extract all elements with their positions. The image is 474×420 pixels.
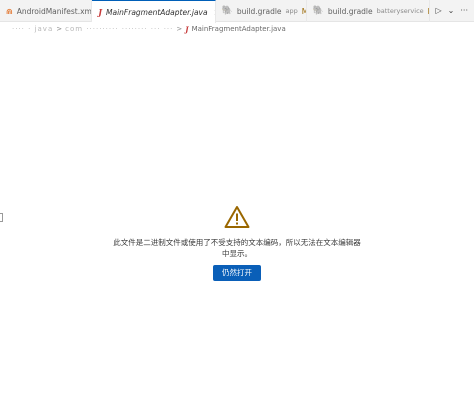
xml-file-icon: ⋒ <box>6 6 13 16</box>
breadcrumb-segment[interactable]: com ·········· ········ ··· ··· <box>65 25 173 33</box>
breadcrumb-segment[interactable]: ···· · java <box>12 25 53 33</box>
tab-main-fragment-adapter[interactable]: J MainFragmentAdapter.java × <box>92 0 216 23</box>
tab-label: AndroidManifest.xml <box>16 6 93 16</box>
tab-build-gradle-app[interactable]: 🐘 build.gradle app M <box>216 0 307 22</box>
binary-file-notice: 此文件是二进制文件或使用了不受支持的文本编码，所以无法在文本编辑器中显示。 仍然… <box>0 205 474 281</box>
gradle-file-icon: 🐘 <box>221 6 233 16</box>
breadcrumb-separator: > <box>56 25 63 33</box>
more-actions-icon[interactable]: ··· <box>460 6 468 15</box>
gradle-file-icon: 🐘 <box>312 6 324 16</box>
breadcrumb: ···· · java > com ·········· ········ ··… <box>0 22 474 36</box>
notice-message: 此文件是二进制文件或使用了不受支持的文本编码，所以无法在文本编辑器中显示。 <box>113 238 361 258</box>
open-anyway-button[interactable]: 仍然打开 <box>213 265 261 281</box>
editor-actions: ▷ ⌄ ··· <box>430 0 474 21</box>
chevron-down-icon[interactable]: ⌄ <box>448 6 455 15</box>
tab-android-manifest[interactable]: ⋒ AndroidManifest.xml <box>0 0 93 22</box>
warning-icon <box>224 206 250 228</box>
tab-label: build.gradle <box>236 6 282 16</box>
tab-label: MainFragmentAdapter.java <box>106 7 208 17</box>
close-icon[interactable]: × <box>214 8 215 17</box>
tab-label: build.gradle <box>327 6 373 16</box>
tab-description: app <box>285 7 298 15</box>
breadcrumb-separator: > <box>176 25 183 33</box>
tab-description: batteryservice <box>376 7 424 15</box>
breadcrumb-file[interactable]: MainFragmentAdapter.java <box>192 25 286 33</box>
java-file-icon: J <box>185 24 189 34</box>
run-icon[interactable]: ▷ <box>436 6 442 15</box>
editor-tab-bar: ⋒ AndroidManifest.xml J MainFragmentAdap… <box>0 0 474 23</box>
tab-build-gradle-batteryservice[interactable]: 🐘 build.gradle batteryservice M <box>307 0 430 22</box>
java-file-icon: J <box>98 7 103 17</box>
